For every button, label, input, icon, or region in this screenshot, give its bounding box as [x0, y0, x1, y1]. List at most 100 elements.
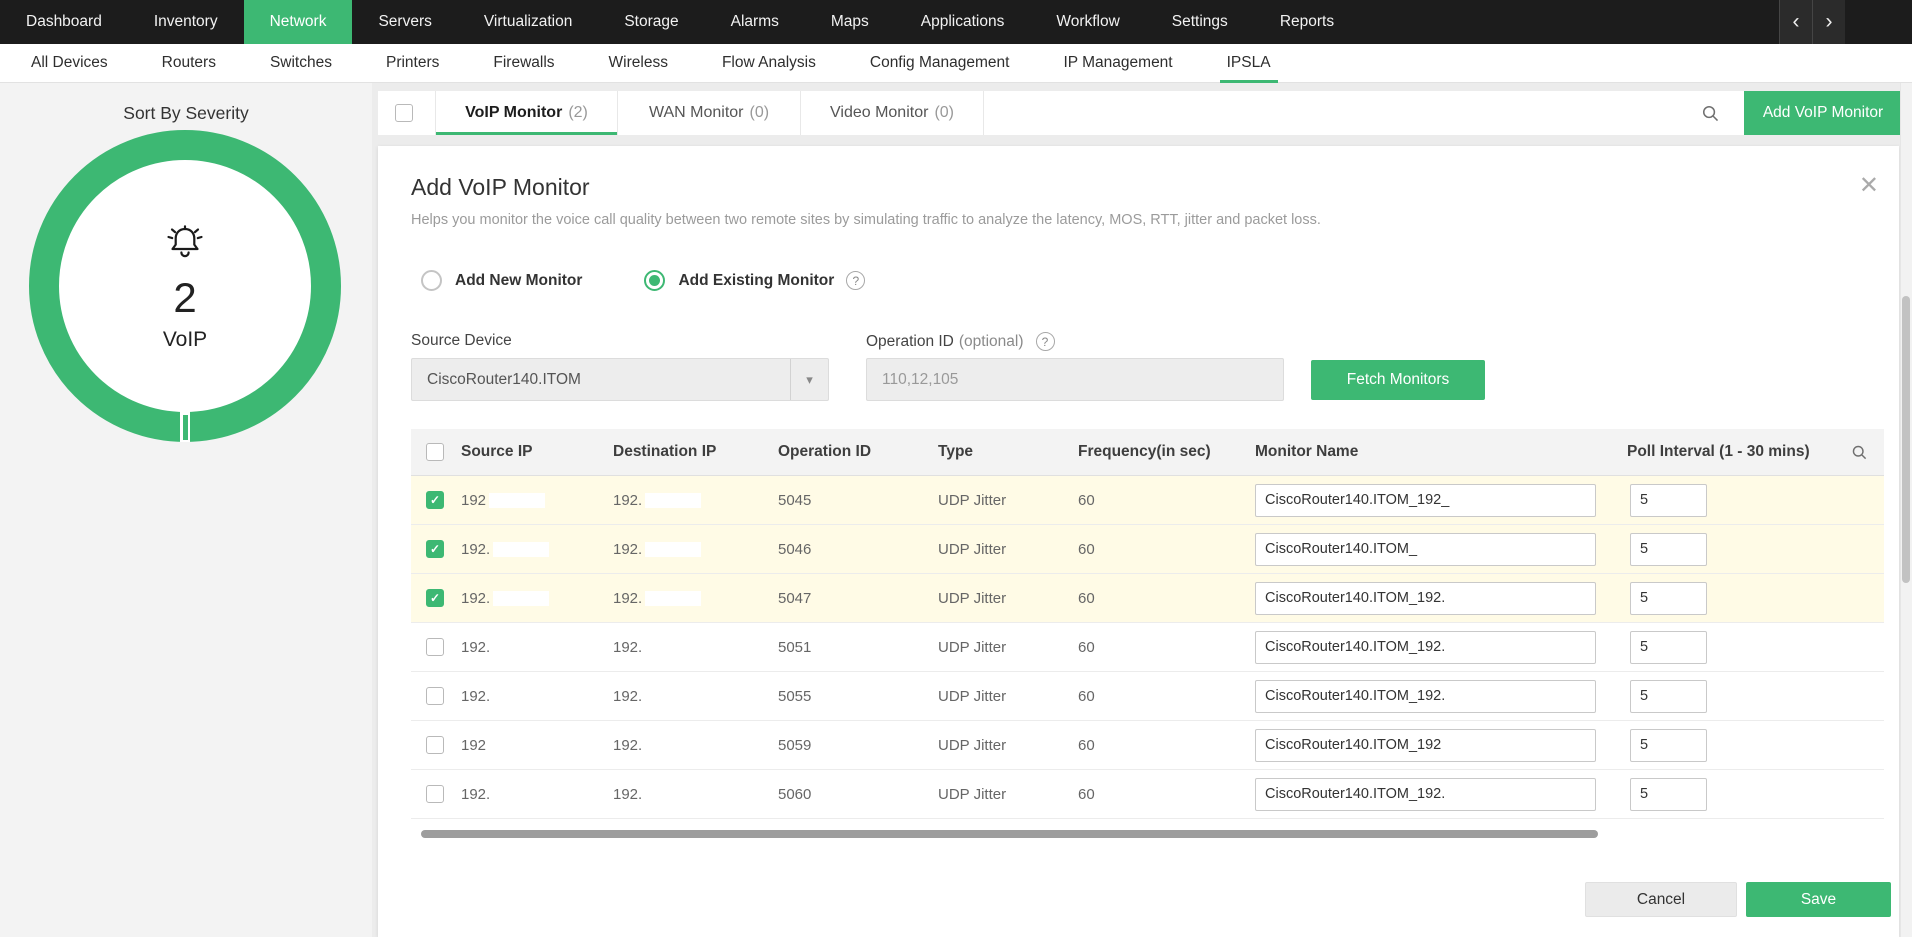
toolbar-search-icon[interactable] [1677, 91, 1744, 135]
col-header-label: Frequency(in sec) [1078, 443, 1211, 461]
existing-monitor-help-icon[interactable]: ? [846, 271, 865, 290]
horizontal-scrollbar[interactable] [421, 830, 1598, 838]
tab-count: (0) [934, 104, 954, 122]
poll-interval-cell [1627, 778, 1884, 811]
operation-id-help-icon[interactable]: ? [1036, 332, 1055, 351]
table-row: 192192.5059UDP Jitter60 [411, 721, 1884, 770]
row-checkbox[interactable]: ✓ [426, 540, 444, 558]
select-all-monitors-checkbox[interactable] [395, 104, 413, 122]
poll-interval-input[interactable] [1630, 729, 1707, 762]
topnav-item-storage[interactable]: Storage [598, 0, 704, 44]
topnav-item-workflow[interactable]: Workflow [1030, 0, 1145, 44]
table-body: ✓192192.5045UDP Jitter60✓192.192.5046UDP… [411, 476, 1884, 819]
type-cell: UDP Jitter [938, 786, 1078, 803]
poll-interval-cell [1627, 729, 1884, 762]
topnav-item-applications[interactable]: Applications [895, 0, 1031, 44]
close-icon[interactable]: ✕ [1859, 174, 1879, 198]
topnav-item-settings[interactable]: Settings [1146, 0, 1254, 44]
cancel-button[interactable]: Cancel [1585, 882, 1737, 917]
chevron-down-icon[interactable]: ▾ [790, 359, 828, 400]
redacted-text [493, 640, 549, 655]
tab-video-monitor[interactable]: Video Monitor(0) [801, 91, 984, 135]
monitor-name-input[interactable] [1255, 680, 1596, 713]
tab-label: VoIP Monitor [465, 104, 562, 122]
source-ip-cell-text: 192. [461, 590, 490, 607]
operation-id-cell-text: 5060 [778, 786, 811, 803]
tab-wan-monitor[interactable]: WAN Monitor(0) [618, 91, 801, 135]
redacted-text [645, 640, 701, 655]
topnav-item-inventory[interactable]: Inventory [128, 0, 244, 44]
operation-id-cell: 5051 [778, 639, 938, 656]
monitor-name-input[interactable] [1255, 484, 1596, 517]
add-new-monitor-label: Add New Monitor [455, 272, 582, 290]
poll-interval-input[interactable] [1630, 631, 1707, 664]
fetch-monitors-button[interactable]: Fetch Monitors [1311, 360, 1485, 400]
gauge-content: 2 VoIP [29, 130, 341, 442]
nav-back-icon[interactable]: ‹ [1779, 0, 1812, 44]
select-all-rows-checkbox[interactable] [426, 443, 444, 461]
destination-ip-cell: 192. [613, 492, 778, 509]
monitor-name-input[interactable] [1255, 631, 1596, 664]
row-checkbox[interactable] [426, 638, 444, 656]
table-search-icon[interactable] [1851, 444, 1868, 461]
topnav-item-maps[interactable]: Maps [805, 0, 895, 44]
subnav-item-switches[interactable]: Switches [243, 44, 359, 82]
subnav-item-ipsla[interactable]: IPSLA [1200, 44, 1298, 82]
nav-forward-icon[interactable]: › [1812, 0, 1845, 44]
frequency-cell: 60 [1078, 737, 1255, 754]
topnav-item-alarms[interactable]: Alarms [705, 0, 805, 44]
source-device-select[interactable]: CiscoRouter140.ITOM ▾ [411, 358, 829, 401]
monitor-name-cell [1255, 778, 1627, 811]
frequency-cell: 60 [1078, 688, 1255, 705]
col-header-destination-ip: Destination IP [613, 443, 778, 461]
operation-id-optional-text: (optional) [959, 333, 1024, 351]
poll-interval-input[interactable] [1630, 582, 1707, 615]
row-checkbox[interactable] [426, 736, 444, 754]
topnav-item-network[interactable]: Network [244, 0, 353, 44]
row-checkbox[interactable]: ✓ [426, 491, 444, 509]
type-cell: UDP Jitter [938, 590, 1078, 607]
poll-interval-input[interactable] [1630, 680, 1707, 713]
topnav-item-servers[interactable]: Servers [352, 0, 457, 44]
subnav-item-ip-management[interactable]: IP Management [1036, 44, 1199, 82]
redacted-text [645, 689, 701, 704]
severity-gauge[interactable]: 2 VoIP [29, 130, 341, 442]
tab-voip-monitor[interactable]: VoIP Monitor(2) [435, 91, 618, 135]
col-header-poll-interval-1-30-mins: Poll Interval (1 - 30 mins) [1627, 443, 1884, 461]
save-button[interactable]: Save [1746, 882, 1891, 917]
add-new-monitor-radio[interactable] [421, 270, 442, 291]
col-header-monitor-name: Monitor Name [1255, 443, 1627, 461]
topnav-item-dashboard[interactable]: Dashboard [0, 0, 128, 44]
row-checkbox-cell: ✓ [411, 540, 461, 558]
vertical-scrollbar[interactable] [1902, 296, 1910, 583]
monitor-name-input[interactable] [1255, 582, 1596, 615]
poll-interval-input[interactable] [1630, 778, 1707, 811]
row-checkbox[interactable]: ✓ [426, 589, 444, 607]
row-checkbox[interactable] [426, 785, 444, 803]
subnav-item-all-devices[interactable]: All Devices [4, 44, 135, 82]
subnav-item-routers[interactable]: Routers [135, 44, 243, 82]
monitor-name-input[interactable] [1255, 729, 1596, 762]
type-cell: UDP Jitter [938, 639, 1078, 656]
redacted-text [645, 591, 701, 606]
frequency-cell: 60 [1078, 541, 1255, 558]
operation-id-cell: 5059 [778, 737, 938, 754]
topnav-item-reports[interactable]: Reports [1254, 0, 1360, 44]
monitor-name-input[interactable] [1255, 778, 1596, 811]
operation-id-cell: 5047 [778, 590, 938, 607]
subnav-item-config-management[interactable]: Config Management [843, 44, 1037, 82]
operation-id-input[interactable] [866, 358, 1284, 401]
poll-interval-input[interactable] [1630, 484, 1707, 517]
poll-interval-input[interactable] [1630, 533, 1707, 566]
add-voip-monitor-button[interactable]: Add VoIP Monitor [1744, 91, 1902, 135]
topnav-item-virtualization[interactable]: Virtualization [458, 0, 598, 44]
subnav-item-wireless[interactable]: Wireless [582, 44, 695, 82]
row-checkbox-cell [411, 785, 461, 803]
add-existing-monitor-radio[interactable] [644, 270, 665, 291]
subnav-item-firewalls[interactable]: Firewalls [466, 44, 581, 82]
subnav-item-printers[interactable]: Printers [359, 44, 466, 82]
subnav-item-flow-analysis[interactable]: Flow Analysis [695, 44, 843, 82]
source-ip-cell-text: 192 [461, 492, 486, 509]
monitor-name-input[interactable] [1255, 533, 1596, 566]
row-checkbox[interactable] [426, 687, 444, 705]
